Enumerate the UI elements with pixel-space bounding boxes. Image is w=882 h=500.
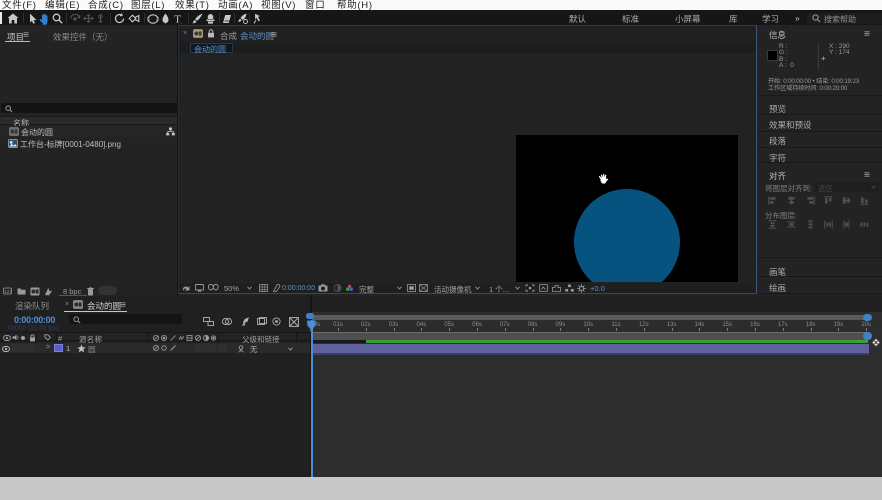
svg-text:127: 127 [4,289,12,294]
svg-text:,: , [181,20,182,25]
